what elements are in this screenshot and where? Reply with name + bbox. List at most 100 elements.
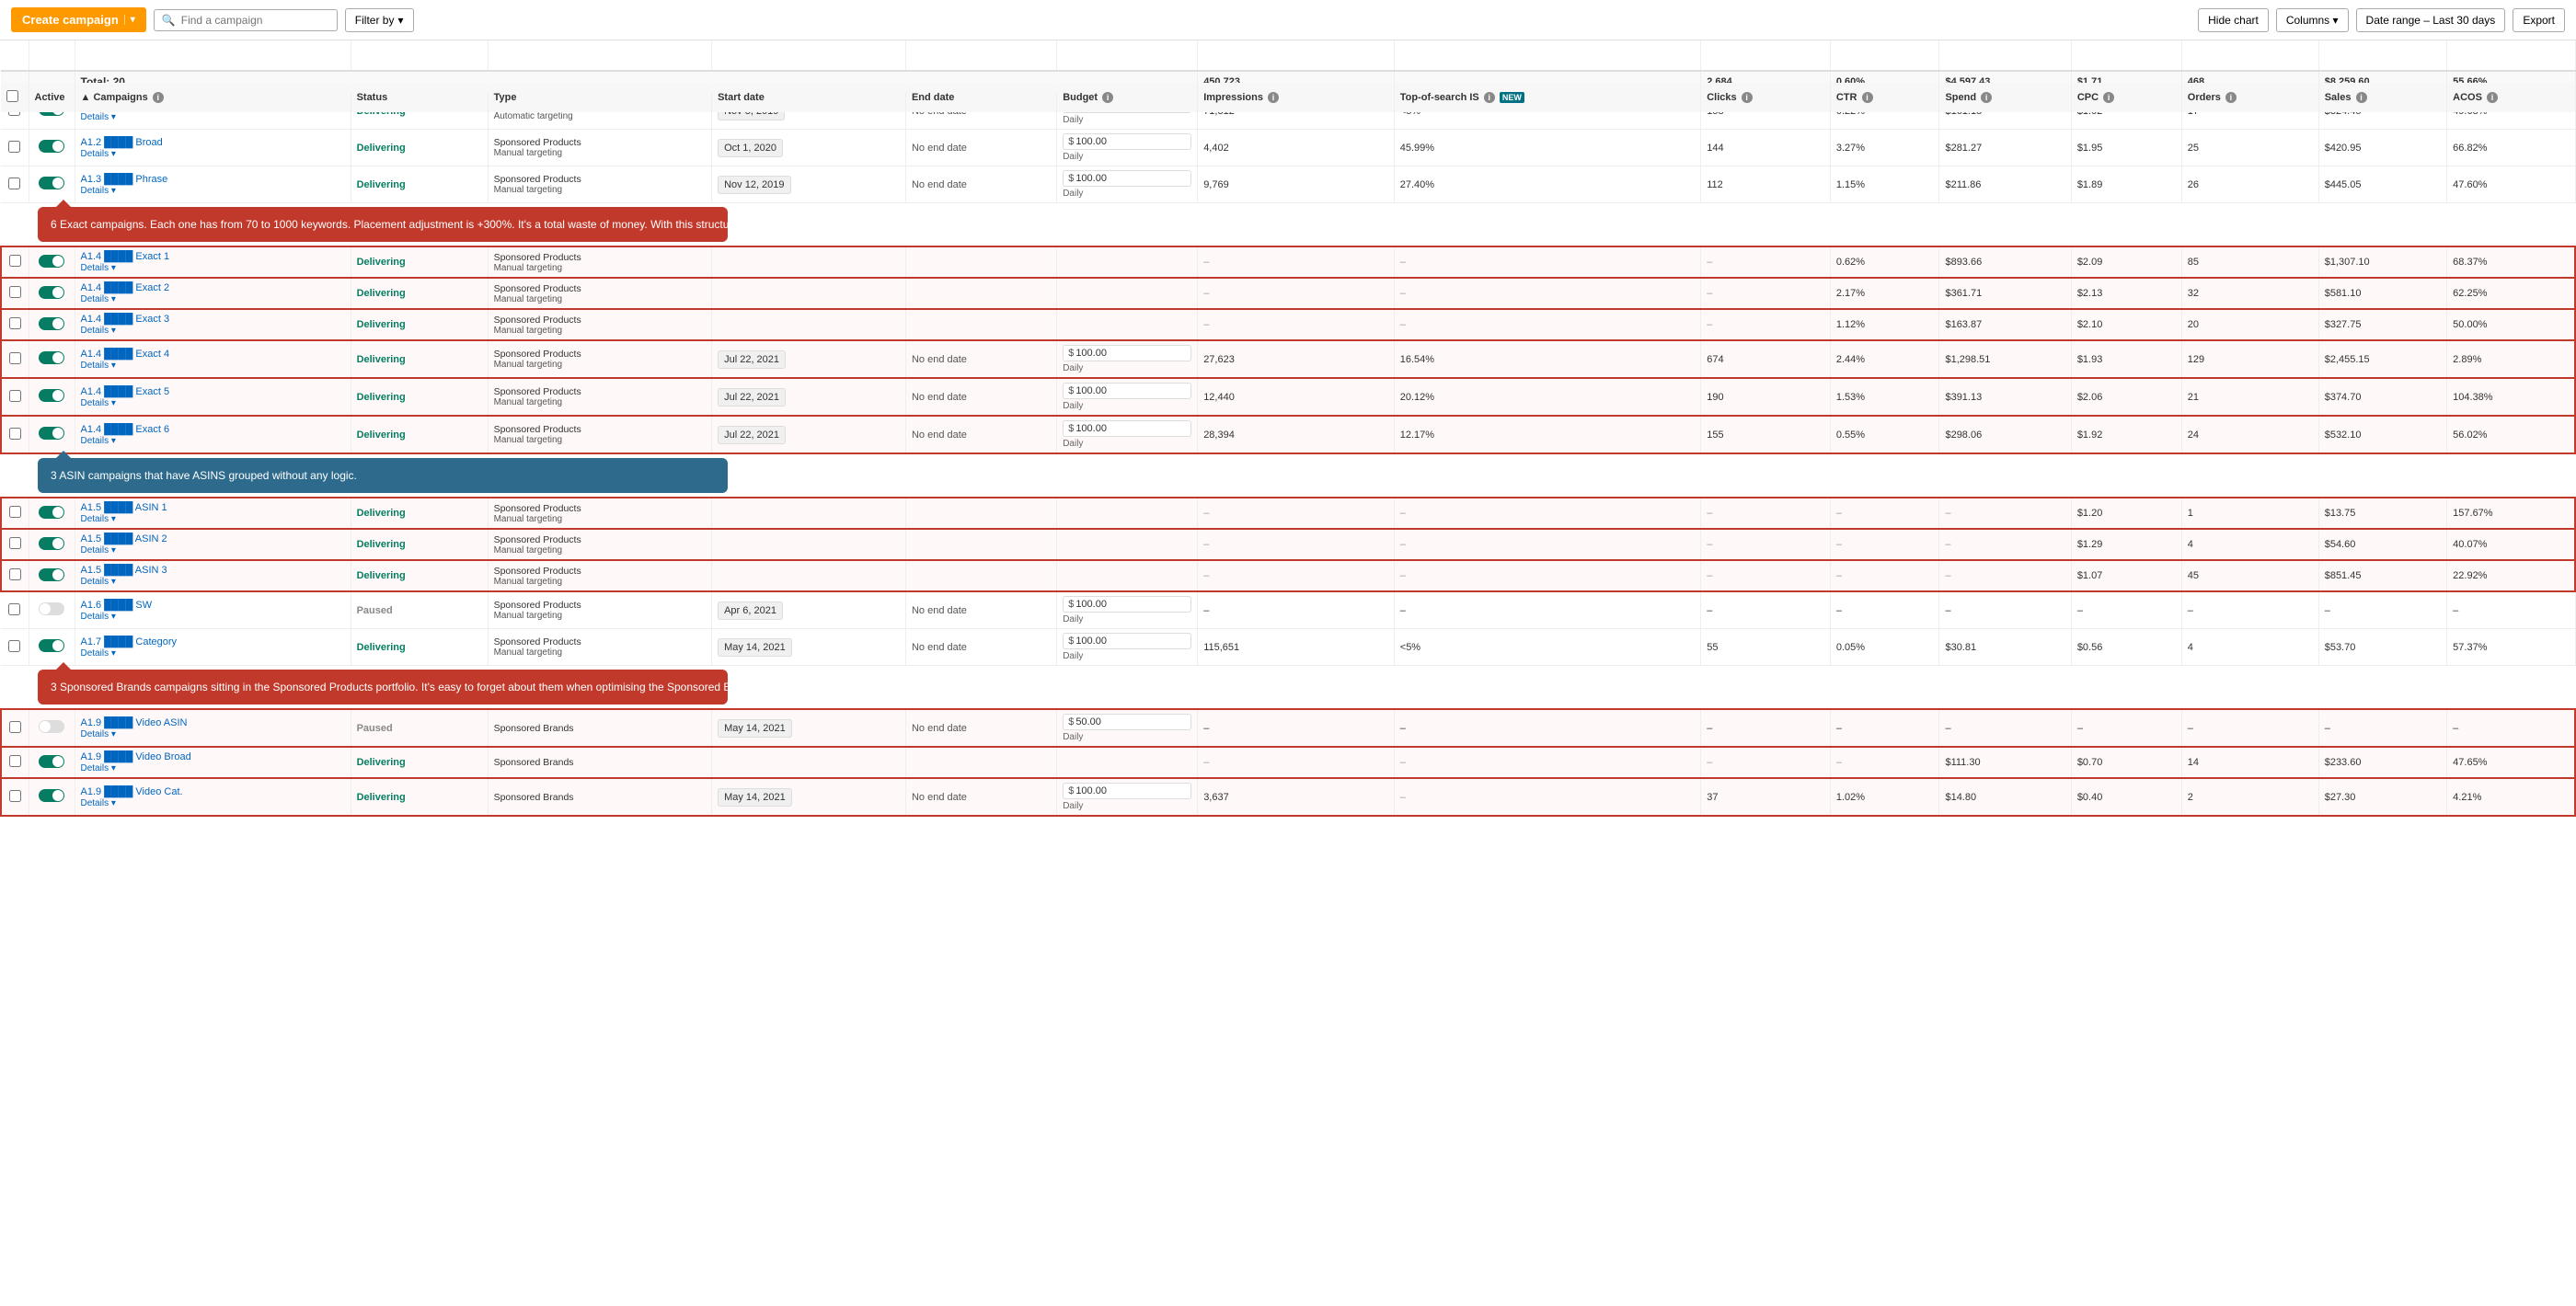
campaign-name-link[interactable]: A1.6 ████ SW <box>81 600 153 611</box>
campaigns-info-icon[interactable]: i <box>153 92 164 103</box>
create-campaign-dropdown-icon[interactable]: ▾ <box>124 15 135 25</box>
budget-input[interactable]: $100.00 <box>1063 133 1191 150</box>
active-toggle[interactable] <box>39 286 64 299</box>
budget-input[interactable]: $100.00 <box>1063 596 1191 613</box>
active-toggle[interactable] <box>39 639 64 652</box>
create-campaign-button[interactable]: Create campaign ▾ <box>11 7 146 32</box>
details-link[interactable]: Details ▾ <box>81 648 116 659</box>
export-button[interactable]: Export <box>2513 8 2565 32</box>
budget-input[interactable]: $100.00 <box>1063 633 1191 649</box>
select-all-checkbox[interactable] <box>6 90 18 102</box>
start-date[interactable]: Jul 22, 2021 <box>718 388 786 407</box>
filter-button[interactable]: Filter by ▾ <box>345 8 414 32</box>
active-toggle[interactable] <box>39 755 64 768</box>
details-link[interactable]: Details ▾ <box>81 514 116 524</box>
row-checkbox[interactable] <box>9 390 21 402</box>
row-checkbox[interactable] <box>8 603 20 615</box>
budget-input[interactable]: $100.00 <box>1063 783 1191 799</box>
row-checkbox[interactable] <box>9 352 21 364</box>
start-date[interactable]: May 14, 2021 <box>718 719 792 738</box>
campaign-name-link[interactable]: A1.2 ████ Broad <box>81 137 163 148</box>
row-checkbox[interactable] <box>9 537 21 549</box>
budget-input[interactable]: $50.00 <box>1063 714 1191 730</box>
active-toggle[interactable] <box>39 789 64 802</box>
budget-input[interactable]: $100.00 <box>1063 420 1191 437</box>
row-checkbox[interactable] <box>9 428 21 440</box>
sales-info-icon[interactable]: i <box>2356 92 2367 103</box>
campaign-name-link[interactable]: A1.5 ████ ASIN 1 <box>81 502 167 513</box>
active-toggle[interactable] <box>39 537 64 550</box>
details-link[interactable]: Details ▾ <box>81 149 116 159</box>
active-toggle[interactable] <box>39 602 64 615</box>
active-toggle[interactable] <box>39 427 64 440</box>
row-checkbox[interactable] <box>9 790 21 802</box>
cpc-info-icon[interactable]: i <box>2103 92 2114 103</box>
date-range-button[interactable]: Date range – Last 30 days <box>2356 8 2506 32</box>
active-toggle[interactable] <box>39 720 64 733</box>
campaign-name-link[interactable]: A1.9 ████ Video ASIN <box>81 717 188 728</box>
campaign-name-link[interactable]: A1.9 ████ Video Broad <box>81 751 191 762</box>
budget-input[interactable]: $100.00 <box>1063 383 1191 399</box>
active-toggle[interactable] <box>39 317 64 330</box>
row-checkbox[interactable] <box>8 178 20 189</box>
row-checkbox[interactable] <box>9 286 21 298</box>
campaign-name-link[interactable]: A1.7 ████ Category <box>81 636 178 647</box>
details-link[interactable]: Details ▾ <box>81 729 116 739</box>
details-link[interactable]: Details ▾ <box>81 186 116 196</box>
start-date[interactable]: May 14, 2021 <box>718 788 792 807</box>
details-link[interactable]: Details ▾ <box>81 798 116 808</box>
budget-input[interactable]: $100.00 <box>1063 345 1191 361</box>
campaign-name-link[interactable]: A1.5 ████ ASIN 2 <box>81 533 167 544</box>
details-link[interactable]: Details ▾ <box>81 361 116 371</box>
columns-button[interactable]: Columns ▾ <box>2276 8 2349 32</box>
row-checkbox[interactable] <box>8 141 20 153</box>
spend-info-icon[interactable]: i <box>1981 92 1992 103</box>
campaign-name-link[interactable]: A1.3 ████ Phrase <box>81 174 168 185</box>
campaign-name-link[interactable]: A1.9 ████ Video Cat. <box>81 786 183 797</box>
row-checkbox[interactable] <box>9 506 21 518</box>
details-link[interactable]: Details ▾ <box>81 612 116 622</box>
active-toggle[interactable] <box>39 351 64 364</box>
start-date[interactable]: Oct 1, 2020 <box>718 139 783 157</box>
row-checkbox[interactable] <box>9 721 21 733</box>
budget-input[interactable]: $100.00 <box>1063 170 1191 187</box>
active-toggle[interactable] <box>39 568 64 581</box>
budget-info-icon[interactable]: i <box>1102 92 1113 103</box>
details-link[interactable]: Details ▾ <box>81 326 116 336</box>
campaign-name-link[interactable]: A1.4 ████ Exact 6 <box>81 424 170 435</box>
start-date[interactable]: Nov 12, 2019 <box>718 176 790 194</box>
row-checkbox[interactable] <box>9 755 21 767</box>
search-input[interactable] <box>181 14 329 27</box>
active-toggle[interactable] <box>39 140 64 153</box>
impressions-info-icon[interactable]: i <box>1268 92 1279 103</box>
acos-info-icon[interactable]: i <box>2487 92 2498 103</box>
ctr-info-icon[interactable]: i <box>1862 92 1873 103</box>
start-date[interactable]: Apr 6, 2021 <box>718 601 783 620</box>
campaign-name-link[interactable]: A1.4 ████ Exact 4 <box>81 349 170 360</box>
active-toggle[interactable] <box>39 255 64 268</box>
details-link[interactable]: Details ▾ <box>81 263 116 273</box>
start-date[interactable]: May 14, 2021 <box>718 638 792 657</box>
active-toggle[interactable] <box>39 506 64 519</box>
top-search-info-icon[interactable]: i <box>1484 92 1495 103</box>
active-toggle[interactable] <box>39 389 64 402</box>
campaign-name-link[interactable]: A1.4 ████ Exact 5 <box>81 386 170 397</box>
campaign-name-link[interactable]: A1.4 ████ Exact 1 <box>81 251 170 262</box>
start-date[interactable]: Jul 22, 2021 <box>718 426 786 444</box>
details-link[interactable]: Details ▾ <box>81 112 116 122</box>
orders-info-icon[interactable]: i <box>2225 92 2237 103</box>
details-link[interactable]: Details ▾ <box>81 436 116 446</box>
details-link[interactable]: Details ▾ <box>81 398 116 408</box>
hide-chart-button[interactable]: Hide chart <box>2198 8 2269 32</box>
row-checkbox[interactable] <box>9 568 21 580</box>
active-toggle[interactable] <box>39 177 64 189</box>
clicks-info-icon[interactable]: i <box>1742 92 1753 103</box>
details-link[interactable]: Details ▾ <box>81 545 116 556</box>
details-link[interactable]: Details ▾ <box>81 294 116 304</box>
row-checkbox[interactable] <box>9 255 21 267</box>
start-date[interactable]: Jul 22, 2021 <box>718 350 786 369</box>
campaign-name-link[interactable]: A1.5 ████ ASIN 3 <box>81 565 167 576</box>
details-link[interactable]: Details ▾ <box>81 577 116 587</box>
campaign-name-link[interactable]: A1.4 ████ Exact 2 <box>81 282 170 293</box>
row-checkbox[interactable] <box>9 317 21 329</box>
